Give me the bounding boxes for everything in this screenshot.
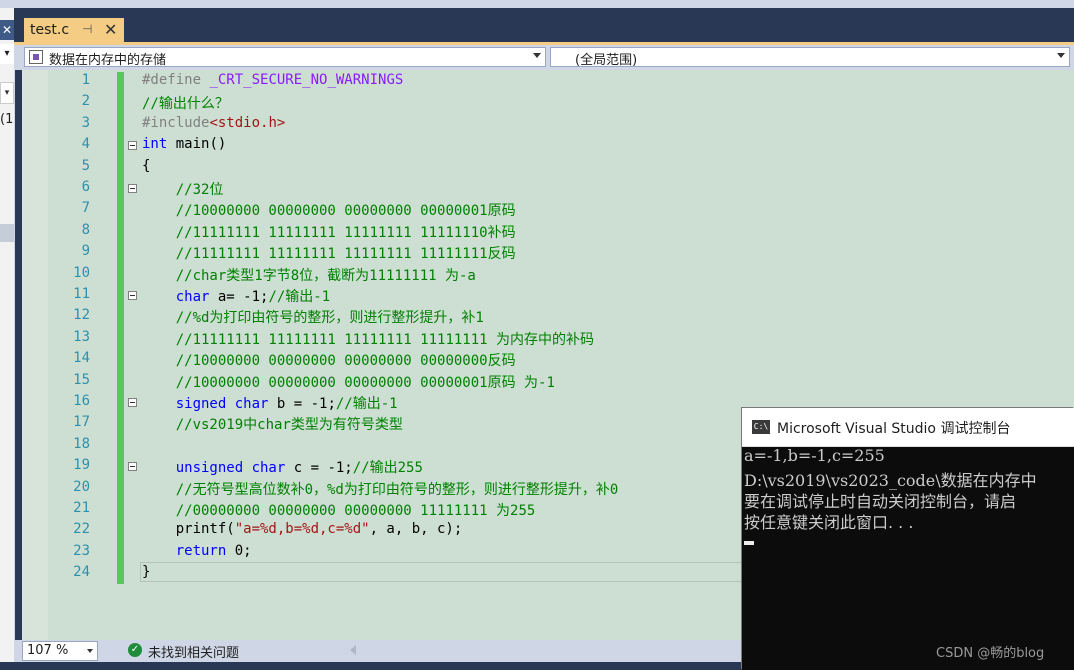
- code-line[interactable]: //10000000 00000000 00000000 00000001原码 …: [142, 372, 555, 392]
- zoom-level-value: 107 %: [27, 643, 69, 658]
- line-number: 19: [73, 457, 90, 474]
- code-line[interactable]: //11111111 11111111 11111111 11111110补码: [142, 222, 516, 242]
- line-number: 7: [81, 200, 90, 217]
- code-line[interactable]: #include<stdio.h>: [142, 115, 285, 131]
- line-number: 22: [73, 521, 90, 538]
- line-number: 9: [81, 243, 90, 260]
- code-line[interactable]: printf("a=%d,b=%d,c=%d", a, b, c);: [142, 521, 463, 537]
- line-number: 23: [73, 542, 90, 559]
- window-top-band: [14, 0, 1074, 8]
- line-number: 16: [73, 393, 90, 409]
- left-panel-pin-icon[interactable]: ▾: [0, 44, 14, 64]
- line-number: 17: [73, 414, 90, 431]
- debug-console-window[interactable]: C:\ Microsoft Visual Studio 调试控制台 a=-1,b…: [742, 408, 1074, 670]
- collapse-icon[interactable]: [128, 184, 137, 193]
- line-number: 8: [81, 221, 90, 238]
- line-number: 13: [73, 328, 90, 345]
- line-number: 14: [73, 350, 90, 367]
- document-tab-strip: [14, 8, 1074, 44]
- collapse-icon[interactable]: [128, 462, 137, 472]
- line-number: 10: [73, 264, 90, 281]
- code-line[interactable]: //char类型1字节8位，截断为11111111 为-a: [142, 265, 476, 285]
- console-app-icon: C:\: [752, 420, 770, 434]
- line-number: 5: [81, 157, 90, 174]
- check-circle-icon: ✓: [128, 643, 142, 657]
- line-number: 1: [81, 72, 90, 88]
- line-number: 21: [73, 500, 90, 516]
- collapse-icon[interactable]: [128, 141, 137, 151]
- code-line[interactable]: //00000000 00000000 00000000 11111111 为2…: [142, 500, 536, 520]
- code-line[interactable]: signed char b = -1;//输出-1: [142, 393, 398, 413]
- line-number: 3: [81, 114, 90, 131]
- collapse-icon[interactable]: [128, 398, 137, 407]
- console-cursor: [744, 541, 754, 545]
- code-line[interactable]: }: [142, 564, 150, 580]
- tab-title: test.c: [30, 22, 70, 38]
- code-line[interactable]: //11111111 11111111 11111111 11111111 为内…: [142, 329, 594, 349]
- line-number: 6: [81, 179, 90, 195]
- chevron-down-icon: [533, 53, 541, 58]
- line-number: 12: [73, 307, 90, 324]
- line-number: 4: [81, 136, 90, 153]
- code-line[interactable]: //10000000 00000000 00000000 00000001原码: [142, 200, 516, 220]
- left-panel-close-icon[interactable]: ✕: [0, 20, 14, 40]
- member-scope-label: (全局范围): [575, 53, 638, 68]
- zoom-level-dropdown[interactable]: 107 %: [22, 641, 98, 661]
- code-line[interactable]: char a= -1;//输出-1: [142, 286, 330, 306]
- scroll-left-arrow-icon[interactable]: [350, 645, 356, 655]
- project-scope-dropdown[interactable]: 数据在内存中的存储: [24, 47, 546, 68]
- left-strip-top: [0, 0, 14, 8]
- console-output-line: 按任意键关闭此窗口. . .: [744, 513, 914, 532]
- code-line[interactable]: {: [142, 158, 150, 174]
- pin-icon[interactable]: ⊣: [82, 22, 92, 36]
- code-line[interactable]: //10000000 00000000 00000000 00000000反码: [142, 350, 516, 370]
- console-title-bar[interactable]: C:\ Microsoft Visual Studio 调试控制台: [742, 408, 1074, 447]
- code-line[interactable]: //输出什么？: [142, 93, 229, 113]
- line-number: 2: [81, 93, 90, 110]
- close-tab-icon[interactable]: ✕: [104, 20, 117, 39]
- code-line[interactable]: //%d为打印由符号的整形，则进行整形提升，补1: [142, 307, 484, 327]
- code-line[interactable]: //11111111 11111111 11111111 11111111反码: [142, 243, 516, 263]
- collapse-icon[interactable]: [128, 291, 137, 300]
- line-number: 20: [73, 478, 90, 495]
- code-line[interactable]: #define _CRT_SECURE_NO_WARNINGS: [142, 72, 403, 88]
- project-icon: [29, 50, 43, 64]
- code-line[interactable]: //vs2019中char类型为有符号类型: [142, 414, 403, 434]
- code-line[interactable]: unsigned char c = -1;//输出255: [142, 457, 423, 477]
- code-line[interactable]: return 0;: [142, 543, 252, 559]
- code-line[interactable]: //32位: [142, 179, 224, 199]
- line-number: 24: [73, 564, 90, 581]
- code-line[interactable]: int main(): [142, 136, 226, 152]
- member-scope-dropdown[interactable]: (全局范围): [550, 47, 1070, 68]
- issues-status-text[interactable]: 未找到相关问题: [148, 642, 239, 661]
- watermark-text: CSDN @畅的blog: [936, 646, 1045, 661]
- code-line[interactable]: //无符号型高位数补0，%d为打印由符号的整形，则进行整形提升，补0: [142, 479, 619, 499]
- chevron-down-icon: [87, 649, 93, 653]
- line-number: 15: [73, 371, 90, 388]
- line-number: 18: [73, 435, 90, 452]
- line-number: 11: [73, 286, 90, 302]
- project-scope-label: 数据在内存中的存储: [49, 53, 167, 68]
- tab-test-c[interactable]: test.c ⊣ ✕: [24, 18, 124, 44]
- change-tracking-bar: [117, 72, 124, 584]
- console-output-line: a=-1,b=-1,c=255: [744, 446, 885, 465]
- navigation-bar: 数据在内存中的存储 (全局范围): [14, 45, 1074, 70]
- chevron-down-icon: [1057, 53, 1065, 58]
- console-title: Microsoft Visual Studio 调试控制台: [777, 421, 1011, 437]
